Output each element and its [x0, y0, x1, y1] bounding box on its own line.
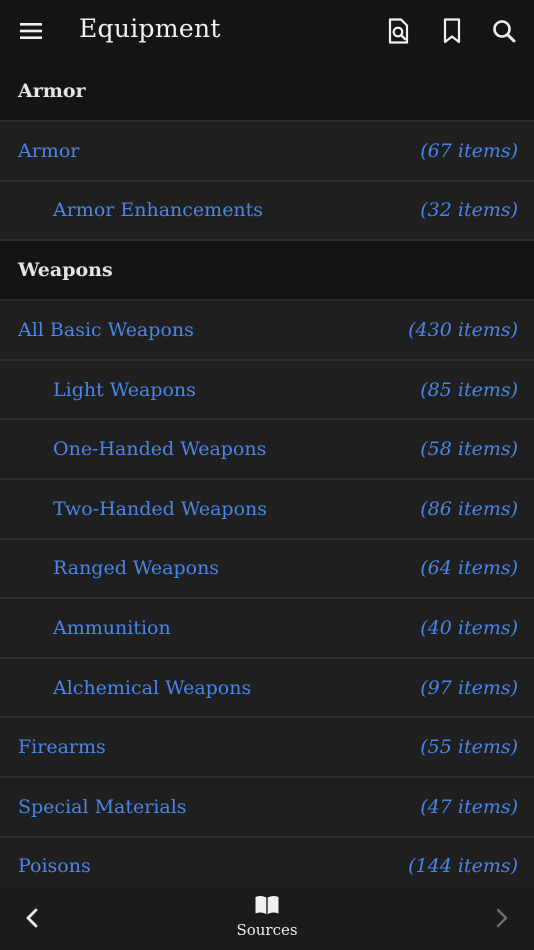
- item-label: Poisons: [18, 855, 91, 878]
- menu-icon[interactable]: [18, 19, 44, 43]
- list-item-light-weapons[interactable]: Light Weapons (85 items): [0, 360, 534, 421]
- search-document-icon[interactable]: [384, 17, 412, 45]
- item-count: (40 items): [420, 616, 518, 639]
- item-label: Two-Handed Weapons: [53, 497, 268, 520]
- list-item-two-handed-weapons[interactable]: Two-Handed Weapons (86 items): [0, 479, 534, 540]
- list-item-one-handed-weapons[interactable]: One-Handed Weapons (58 items): [0, 420, 534, 480]
- list-item-armor[interactable]: Armor (67 items): [0, 122, 534, 182]
- page-title: Equipment: [79, 14, 221, 43]
- item-count: (144 items): [408, 855, 518, 878]
- item-label: Armor Enhancements: [53, 199, 264, 222]
- bookmark-icon[interactable]: [438, 17, 466, 45]
- equipment-list: Armor Armor (67 items) Armor Enhancement…: [0, 62, 534, 898]
- bottom-navigation: Sources: [0, 888, 534, 950]
- item-label: Firearms: [18, 736, 106, 759]
- section-header-weapons: Weapons: [0, 241, 534, 302]
- list-item-alchemical-weapons[interactable]: Alchemical Weapons (97 items): [0, 658, 534, 719]
- chevron-left-icon[interactable]: [20, 906, 44, 930]
- item-count: (97 items): [420, 676, 518, 699]
- list-item-ranged-weapons[interactable]: Ranged Weapons (64 items): [0, 539, 534, 600]
- chevron-right-icon[interactable]: [490, 906, 514, 930]
- item-label: Light Weapons: [53, 378, 196, 401]
- sources-button[interactable]: Sources: [227, 894, 307, 939]
- list-item-all-basic-weapons[interactable]: All Basic Weapons (430 items): [0, 301, 534, 361]
- item-count: (430 items): [408, 318, 518, 341]
- section-header-armor: Armor: [0, 62, 534, 122]
- search-icon[interactable]: [490, 17, 518, 45]
- list-item-special-materials[interactable]: Special Materials (47 items): [0, 777, 534, 838]
- item-count: (32 items): [420, 199, 518, 222]
- sources-label: Sources: [236, 921, 298, 939]
- app-header: Equipment: [0, 0, 534, 62]
- item-label: Special Materials: [18, 795, 187, 818]
- item-count: (85 items): [420, 378, 518, 401]
- book-icon: [255, 895, 279, 915]
- item-label: Alchemical Weapons: [53, 676, 252, 699]
- item-label: Armor: [18, 139, 80, 162]
- item-label: All Basic Weapons: [18, 318, 194, 341]
- item-label: Ammunition: [53, 616, 171, 639]
- item-count: (86 items): [420, 497, 518, 520]
- item-count: (55 items): [420, 736, 518, 759]
- item-count: (67 items): [420, 139, 518, 162]
- item-count: (64 items): [420, 557, 518, 580]
- list-item-firearms[interactable]: Firearms (55 items): [0, 718, 534, 778]
- item-count: (58 items): [420, 438, 518, 461]
- list-item-ammunition[interactable]: Ammunition (40 items): [0, 599, 534, 659]
- item-label: One-Handed Weapons: [53, 438, 267, 461]
- list-item-armor-enhancements[interactable]: Armor Enhancements (32 items): [0, 181, 534, 242]
- item-label: Ranged Weapons: [53, 557, 220, 580]
- item-count: (47 items): [420, 795, 518, 818]
